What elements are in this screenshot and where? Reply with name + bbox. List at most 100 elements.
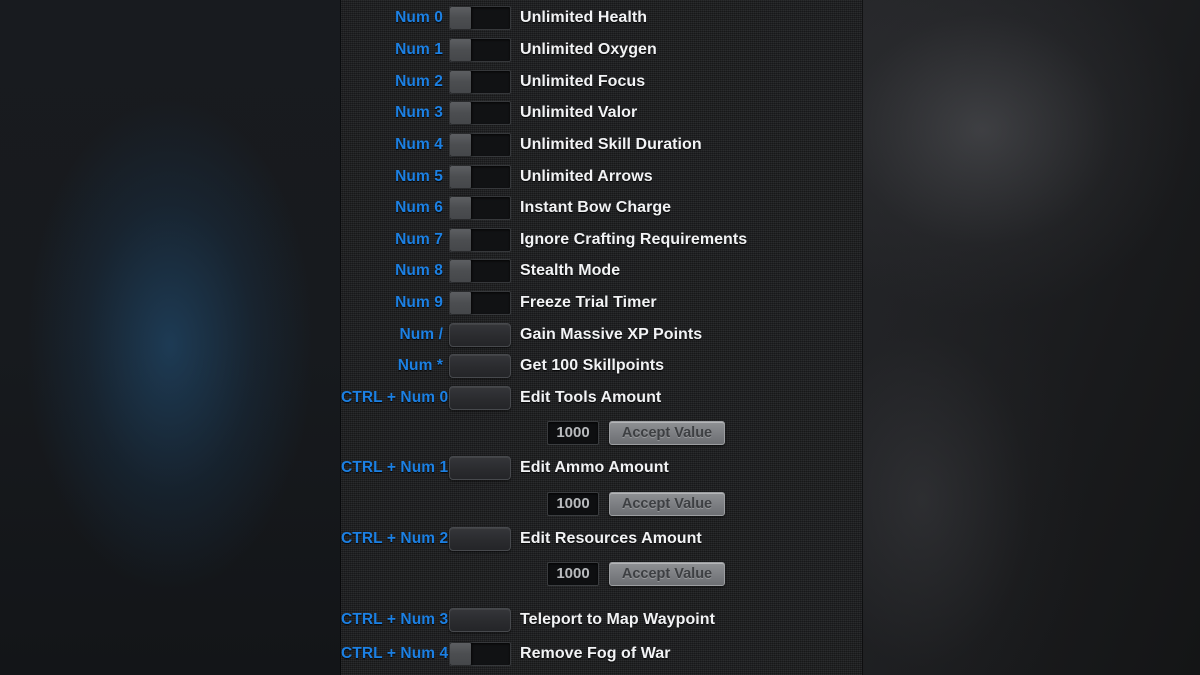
toggle-knob: [450, 292, 471, 314]
cheat-row: CTRL + Num 2 Edit Resources Amount: [341, 523, 862, 555]
cheat-control-slot: [443, 259, 511, 283]
cheat-row: Num 7 Ignore Crafting Requirements: [341, 224, 862, 256]
cheat-row: CTRL + Num 1 Edit Ammo Amount: [341, 452, 862, 484]
accept-value-button[interactable]: Accept Value: [609, 421, 725, 445]
cheat-control-slot: [443, 101, 511, 125]
hotkey-label: Num 1: [395, 41, 443, 58]
cheat-label: Remove Fog of War: [520, 645, 671, 662]
hotkey-label: Num 9: [395, 294, 443, 311]
cheat-action-button[interactable]: [449, 527, 511, 551]
cheat-label: Stealth Mode: [520, 262, 621, 279]
value-input[interactable]: 1000: [547, 562, 599, 586]
cheat-label: Unlimited Focus: [520, 73, 646, 90]
cheat-label: Unlimited Valor: [520, 104, 638, 121]
hotkey-label: CTRL + Num 1: [341, 459, 449, 476]
accept-value-button[interactable]: Accept Value: [609, 492, 725, 516]
cheat-toggle[interactable]: [449, 6, 511, 30]
hotkey-label: Num /: [399, 326, 443, 343]
cheat-label: Freeze Trial Timer: [520, 294, 657, 311]
toggle-knob: [450, 71, 471, 93]
cheat-control-slot: [443, 133, 511, 157]
cheat-label: Gain Massive XP Points: [520, 326, 703, 343]
cheat-toggle[interactable]: [449, 228, 511, 252]
cheat-row: Num * Get 100 Skillpoints: [341, 350, 862, 382]
cheat-toggle[interactable]: [449, 70, 511, 94]
cheat-label: Instant Bow Charge: [520, 199, 672, 216]
cheat-label: Unlimited Skill Duration: [520, 136, 702, 153]
hotkey-label: Num 4: [395, 136, 443, 153]
cheat-row: Num 8 Stealth Mode: [341, 255, 862, 287]
game-backdrop-left-glow: [0, 0, 345, 675]
toggle-knob: [450, 39, 471, 61]
cheat-row: CTRL + Num 3 Teleport to Map Waypoint: [341, 604, 862, 636]
toggle-knob: [450, 643, 471, 665]
hotkey-label: Num 3: [395, 104, 443, 121]
cheat-toggle[interactable]: [449, 196, 511, 220]
cheat-row: Num 3 Unlimited Valor: [341, 97, 862, 129]
toggle-knob: [450, 229, 471, 251]
value-editor-row: 1000 Accept Value: [341, 489, 862, 519]
cheat-toggle[interactable]: [449, 642, 511, 666]
hotkey-label: Num 6: [395, 199, 443, 216]
hotkey-label: CTRL + Num 3: [341, 611, 449, 628]
cheat-toggle[interactable]: [449, 291, 511, 315]
cheat-control-slot: [443, 527, 511, 551]
cheat-toggle[interactable]: [449, 133, 511, 157]
cheat-row: Num / Gain Massive XP Points: [341, 319, 862, 351]
cheat-control-slot: [443, 38, 511, 62]
accept-value-button[interactable]: Accept Value: [609, 562, 725, 586]
cheat-action-button[interactable]: [449, 323, 511, 347]
hotkey-label: CTRL + Num 2: [341, 530, 449, 547]
value-editor-row: 1000 Accept Value: [341, 559, 862, 589]
toggle-knob: [450, 166, 471, 188]
cheat-action-button[interactable]: [449, 608, 511, 632]
cheat-control-slot: [443, 228, 511, 252]
cheat-label: Unlimited Health: [520, 9, 648, 26]
hotkey-label: Num 0: [395, 9, 443, 26]
cheat-control-slot: [443, 386, 511, 410]
cheat-row: CTRL + Num 4 Remove Fog of War: [341, 638, 862, 670]
cheat-row: CTRL + Num 0 Edit Tools Amount: [341, 382, 862, 414]
cheat-control-slot: [443, 291, 511, 315]
cheat-action-button[interactable]: [449, 386, 511, 410]
hotkey-label: Num 7: [395, 231, 443, 248]
cheat-toggle[interactable]: [449, 259, 511, 283]
cheat-toggle[interactable]: [449, 101, 511, 125]
cheat-toggle[interactable]: [449, 165, 511, 189]
cheat-control-slot: [443, 456, 511, 480]
hotkey-label: CTRL + Num 0: [341, 389, 449, 406]
cheat-label: Unlimited Oxygen: [520, 41, 657, 58]
cheat-control-slot: [443, 6, 511, 30]
cheat-row: Num 6 Instant Bow Charge: [341, 192, 862, 224]
cheat-action-button[interactable]: [449, 456, 511, 480]
cheat-row: Num 9 Freeze Trial Timer: [341, 287, 862, 319]
hotkey-label: CTRL + Num 4: [341, 645, 449, 662]
value-input[interactable]: 1000: [547, 492, 599, 516]
cheat-row-list: Num 0 Unlimited Health Num 1 Unlimited Oxyg…: [341, 0, 862, 675]
cheat-label: Ignore Crafting Requirements: [520, 231, 748, 248]
toggle-knob: [450, 260, 471, 282]
cheat-label: Edit Tools Amount: [520, 389, 662, 406]
cheat-control-slot: [443, 608, 511, 632]
cheat-control-slot: [443, 323, 511, 347]
cheat-label: Edit Ammo Amount: [520, 459, 669, 476]
hotkey-label: Num *: [397, 357, 443, 374]
cheat-action-button[interactable]: [449, 354, 511, 378]
hotkey-label: Num 2: [395, 73, 443, 90]
cheat-toggle[interactable]: [449, 38, 511, 62]
toggle-knob: [450, 102, 471, 124]
cheat-row: Num 2 Unlimited Focus: [341, 66, 862, 98]
hotkey-label: Num 5: [395, 168, 443, 185]
cheat-label: Unlimited Arrows: [520, 168, 653, 185]
value-input[interactable]: 1000: [547, 421, 599, 445]
cheat-control-slot: [443, 165, 511, 189]
toggle-knob: [450, 197, 471, 219]
cheat-row: Num 5 Unlimited Arrows: [341, 161, 862, 193]
cheat-row: Num 1 Unlimited Oxygen: [341, 34, 862, 66]
cheat-control-slot: [443, 70, 511, 94]
game-backdrop-right-glow: [862, 0, 1200, 675]
cheat-control-slot: [443, 642, 511, 666]
cheat-row: Num 0 Unlimited Health: [341, 2, 862, 34]
cheat-row: Num 4 Unlimited Skill Duration: [341, 129, 862, 161]
cheat-control-slot: [443, 196, 511, 220]
